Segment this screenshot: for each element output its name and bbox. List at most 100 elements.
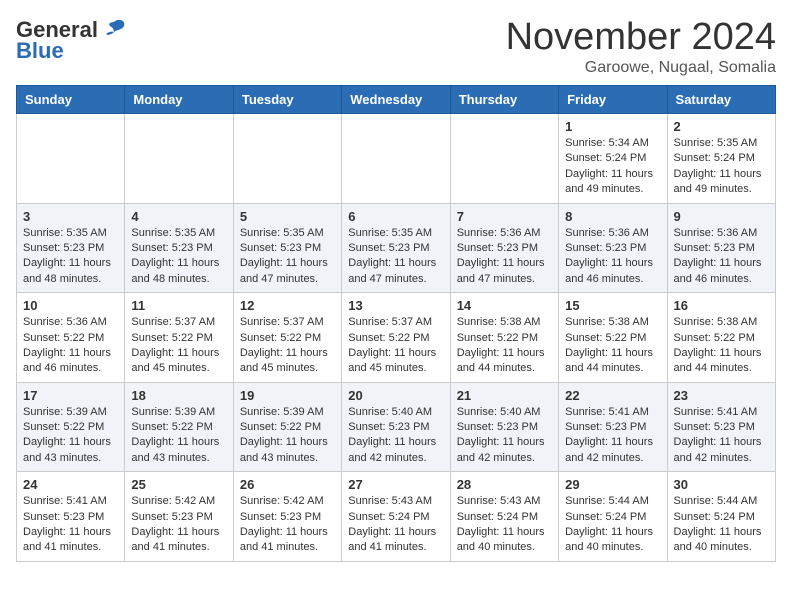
day-info: Sunrise: 5:35 AM Sunset: 5:23 PM Dayligh…	[131, 226, 226, 288]
day-info: Sunrise: 5:36 AM Sunset: 5:23 PM Dayligh…	[457, 226, 552, 288]
calendar-day-cell: 30 Sunrise: 5:44 AM Sunset: 5:24 PM Dayli…	[667, 472, 775, 562]
day-number: 27	[348, 477, 443, 492]
calendar-day-cell: 15 Sunrise: 5:38 AM Sunset: 5:22 PM Dayli…	[559, 293, 667, 383]
day-number: 4	[131, 209, 226, 224]
day-number: 5	[240, 209, 335, 224]
calendar-header-cell: Monday	[125, 86, 233, 114]
calendar-day-cell: 20 Sunrise: 5:40 AM Sunset: 5:23 PM Dayli…	[342, 382, 450, 472]
day-number: 28	[457, 477, 552, 492]
day-number: 21	[457, 388, 552, 403]
day-info: Sunrise: 5:41 AM Sunset: 5:23 PM Dayligh…	[565, 405, 660, 467]
day-info: Sunrise: 5:37 AM Sunset: 5:22 PM Dayligh…	[131, 315, 226, 377]
day-info: Sunrise: 5:43 AM Sunset: 5:24 PM Dayligh…	[457, 494, 552, 556]
day-number: 3	[23, 209, 118, 224]
day-info: Sunrise: 5:39 AM Sunset: 5:22 PM Dayligh…	[23, 405, 118, 467]
logo: General Blue	[16, 16, 128, 64]
day-info: Sunrise: 5:35 AM Sunset: 5:23 PM Dayligh…	[348, 226, 443, 288]
day-number: 11	[131, 298, 226, 313]
day-number: 15	[565, 298, 660, 313]
calendar-day-cell	[342, 114, 450, 204]
day-number: 19	[240, 388, 335, 403]
day-number: 23	[674, 388, 769, 403]
day-number: 30	[674, 477, 769, 492]
day-info: Sunrise: 5:38 AM Sunset: 5:22 PM Dayligh…	[565, 315, 660, 377]
location-title: Garoowe, Nugaal, Somalia	[506, 59, 776, 77]
calendar-day-cell: 19 Sunrise: 5:39 AM Sunset: 5:22 PM Dayli…	[233, 382, 341, 472]
day-info: Sunrise: 5:36 AM Sunset: 5:22 PM Dayligh…	[23, 315, 118, 377]
calendar-day-cell: 2 Sunrise: 5:35 AM Sunset: 5:24 PM Daylig…	[667, 114, 775, 204]
day-info: Sunrise: 5:42 AM Sunset: 5:23 PM Dayligh…	[240, 494, 335, 556]
day-number: 13	[348, 298, 443, 313]
calendar-day-cell: 3 Sunrise: 5:35 AM Sunset: 5:23 PM Daylig…	[17, 203, 125, 293]
day-number: 1	[565, 119, 660, 134]
calendar-day-cell	[233, 114, 341, 204]
day-info: Sunrise: 5:36 AM Sunset: 5:23 PM Dayligh…	[565, 226, 660, 288]
calendar-day-cell	[125, 114, 233, 204]
day-info: Sunrise: 5:35 AM Sunset: 5:24 PM Dayligh…	[674, 136, 769, 198]
day-info: Sunrise: 5:35 AM Sunset: 5:23 PM Dayligh…	[23, 226, 118, 288]
day-number: 2	[674, 119, 769, 134]
day-info: Sunrise: 5:39 AM Sunset: 5:22 PM Dayligh…	[240, 405, 335, 467]
day-info: Sunrise: 5:34 AM Sunset: 5:24 PM Dayligh…	[565, 136, 660, 198]
calendar-header-cell: Tuesday	[233, 86, 341, 114]
calendar-day-cell: 12Sunrise: 5:37 AM Sunset: 5:22 PM Dayli…	[233, 293, 341, 383]
title-block: November 2024 Garoowe, Nugaal, Somalia	[506, 16, 776, 77]
calendar-header-cell: Sunday	[17, 86, 125, 114]
calendar-day-cell: 10 Sunrise: 5:36 AM Sunset: 5:22 PM Dayli…	[17, 293, 125, 383]
calendar-day-cell: 14Sunrise: 5:38 AM Sunset: 5:22 PM Dayli…	[450, 293, 558, 383]
calendar-day-cell: 29 Sunrise: 5:44 AM Sunset: 5:24 PM Dayli…	[559, 472, 667, 562]
calendar-week-row: 17 Sunrise: 5:39 AM Sunset: 5:22 PM Dayli…	[17, 382, 776, 472]
day-number: 8	[565, 209, 660, 224]
calendar-body: 1 Sunrise: 5:34 AM Sunset: 5:24 PM Daylig…	[17, 114, 776, 562]
day-info: Sunrise: 5:36 AM Sunset: 5:23 PM Dayligh…	[674, 226, 769, 288]
logo-bird-icon	[100, 16, 128, 44]
calendar-day-cell: 26 Sunrise: 5:42 AM Sunset: 5:23 PM Dayli…	[233, 472, 341, 562]
day-number: 25	[131, 477, 226, 492]
day-number: 6	[348, 209, 443, 224]
calendar-day-cell: 6 Sunrise: 5:35 AM Sunset: 5:23 PM Daylig…	[342, 203, 450, 293]
day-number: 16	[674, 298, 769, 313]
calendar-day-cell: 7 Sunrise: 5:36 AM Sunset: 5:23 PM Daylig…	[450, 203, 558, 293]
day-info: Sunrise: 5:44 AM Sunset: 5:24 PM Dayligh…	[674, 494, 769, 556]
day-info: Sunrise: 5:38 AM Sunset: 5:22 PM Dayligh…	[457, 315, 552, 377]
calendar-day-cell: 25Sunrise: 5:42 AM Sunset: 5:23 PM Dayli…	[125, 472, 233, 562]
day-info: Sunrise: 5:35 AM Sunset: 5:23 PM Dayligh…	[240, 226, 335, 288]
calendar-day-cell: 1 Sunrise: 5:34 AM Sunset: 5:24 PM Daylig…	[559, 114, 667, 204]
calendar-day-cell: 4 Sunrise: 5:35 AM Sunset: 5:23 PM Daylig…	[125, 203, 233, 293]
calendar-day-cell	[450, 114, 558, 204]
calendar-week-row: 1 Sunrise: 5:34 AM Sunset: 5:24 PM Daylig…	[17, 114, 776, 204]
calendar-day-cell: 24 Sunrise: 5:41 AM Sunset: 5:23 PM Dayli…	[17, 472, 125, 562]
day-number: 7	[457, 209, 552, 224]
calendar-header-cell: Wednesday	[342, 86, 450, 114]
day-number: 18	[131, 388, 226, 403]
day-info: Sunrise: 5:40 AM Sunset: 5:23 PM Dayligh…	[457, 405, 552, 467]
calendar-day-cell: 27Sunrise: 5:43 AM Sunset: 5:24 PM Dayli…	[342, 472, 450, 562]
day-number: 22	[565, 388, 660, 403]
day-number: 12	[240, 298, 335, 313]
day-number: 26	[240, 477, 335, 492]
calendar-week-row: 24 Sunrise: 5:41 AM Sunset: 5:23 PM Dayli…	[17, 472, 776, 562]
page-header: General Blue November 2024 Garoowe, Nuga…	[16, 16, 776, 77]
day-number: 20	[348, 388, 443, 403]
calendar-day-cell: 8 Sunrise: 5:36 AM Sunset: 5:23 PM Daylig…	[559, 203, 667, 293]
calendar-day-cell: 23Sunrise: 5:41 AM Sunset: 5:23 PM Dayli…	[667, 382, 775, 472]
calendar-day-cell: 16 Sunrise: 5:38 AM Sunset: 5:22 PM Dayli…	[667, 293, 775, 383]
month-title: November 2024	[506, 16, 776, 59]
calendar-day-cell: 13 Sunrise: 5:37 AM Sunset: 5:22 PM Dayli…	[342, 293, 450, 383]
day-info: Sunrise: 5:40 AM Sunset: 5:23 PM Dayligh…	[348, 405, 443, 467]
logo-blue-text: Blue	[16, 38, 64, 64]
day-info: Sunrise: 5:37 AM Sunset: 5:22 PM Dayligh…	[348, 315, 443, 377]
calendar-day-cell: 28 Sunrise: 5:43 AM Sunset: 5:24 PM Dayli…	[450, 472, 558, 562]
calendar-week-row: 3 Sunrise: 5:35 AM Sunset: 5:23 PM Daylig…	[17, 203, 776, 293]
day-info: Sunrise: 5:38 AM Sunset: 5:22 PM Dayligh…	[674, 315, 769, 377]
calendar-header-row: SundayMondayTuesdayWednesdayThursdayFrid…	[17, 86, 776, 114]
day-info: Sunrise: 5:44 AM Sunset: 5:24 PM Dayligh…	[565, 494, 660, 556]
day-info: Sunrise: 5:41 AM Sunset: 5:23 PM Dayligh…	[23, 494, 118, 556]
calendar-header-cell: Thursday	[450, 86, 558, 114]
day-number: 10	[23, 298, 118, 313]
calendar-day-cell: 11 Sunrise: 5:37 AM Sunset: 5:22 PM Dayli…	[125, 293, 233, 383]
day-number: 17	[23, 388, 118, 403]
day-number: 29	[565, 477, 660, 492]
calendar-day-cell: 17 Sunrise: 5:39 AM Sunset: 5:22 PM Dayli…	[17, 382, 125, 472]
day-number: 24	[23, 477, 118, 492]
